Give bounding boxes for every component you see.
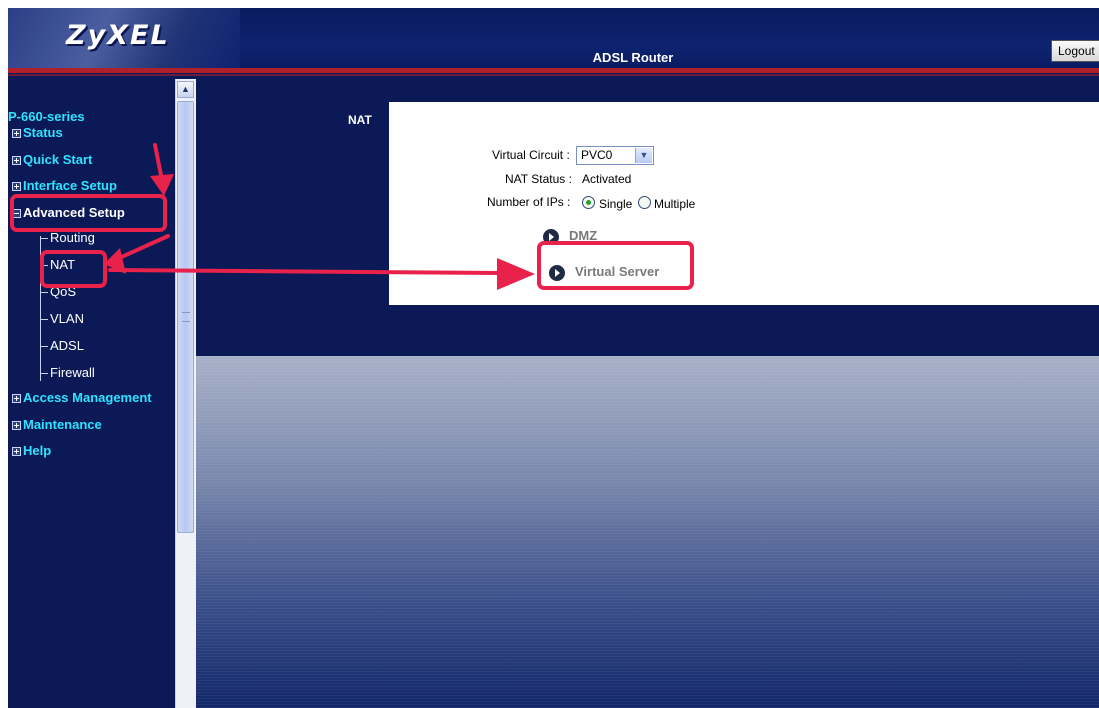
virtual-circuit-label: Virtual Circuit :: [492, 148, 570, 162]
sidebar-scrollbar[interactable]: ▲: [175, 79, 196, 708]
scroll-thumb[interactable]: [177, 101, 194, 533]
scroll-up-icon[interactable]: ▲: [177, 81, 194, 98]
highlight-virtual-server: [537, 241, 694, 290]
num-ips-label: Number of IPs :: [487, 195, 571, 209]
expand-icon: [12, 421, 21, 431]
nav-label: Access Management: [23, 390, 152, 405]
expand-icon: [12, 156, 21, 166]
nat-status-value: Activated: [582, 172, 632, 186]
highlight-nat: [40, 250, 107, 288]
expand-icon: [12, 447, 21, 457]
sub-item-firewall[interactable]: Firewall: [40, 365, 95, 380]
zyxel-logo: ZyXEL: [66, 20, 170, 51]
expand-icon: [12, 394, 21, 404]
logout-button[interactable]: Logout: [1051, 40, 1099, 62]
nav-label: Maintenance: [23, 417, 102, 432]
router-frame: ZyXEL ADSL Router Logout P-660-series St…: [8, 8, 1099, 708]
radio-single-label: Single: [599, 197, 633, 211]
header: ZyXEL ADSL Router Logout: [8, 8, 1099, 72]
nav-maintenance[interactable]: Maintenance: [12, 417, 102, 432]
nav-label: Help: [23, 443, 52, 458]
nav-status[interactable]: Status: [12, 125, 63, 140]
virtual-circuit-value: PVC0: [581, 148, 613, 162]
nav-label: Status: [23, 125, 63, 140]
grip-icon: [182, 312, 190, 322]
chevron-down-icon: ▼: [635, 148, 652, 163]
expand-icon: [12, 129, 21, 139]
expand-icon: [12, 182, 21, 192]
header-divider-shadow: [8, 74, 1099, 76]
header-divider: [8, 68, 1099, 73]
radio-multiple[interactable]: [638, 196, 651, 209]
logo-area: ZyXEL: [8, 8, 240, 72]
radio-single[interactable]: [582, 196, 595, 209]
radio-multiple-label: Multiple: [654, 197, 696, 211]
section-title: NAT: [348, 113, 372, 127]
sub-item-vlan[interactable]: VLAN: [40, 311, 84, 326]
nav-access-management[interactable]: Access Management: [12, 390, 152, 405]
sidebar: P-660-series Status Quick Start Interfac…: [8, 79, 175, 708]
virtual-circuit-select[interactable]: PVC0 ▼: [576, 146, 654, 165]
nav-label: Quick Start: [23, 152, 93, 167]
nav-interface-setup[interactable]: Interface Setup: [12, 178, 117, 193]
model-name: P-660-series: [8, 109, 85, 124]
highlight-advanced-setup: [10, 194, 167, 232]
nav-label: Interface Setup: [23, 178, 117, 193]
nat-status-label: NAT Status :: [505, 172, 572, 186]
main-background: [196, 356, 1099, 708]
nat-panel: Virtual Circuit : PVC0 ▼ NAT Status : Ac…: [389, 102, 1099, 305]
sub-item-routing[interactable]: Routing: [40, 230, 95, 245]
nav-quick-start[interactable]: Quick Start: [12, 152, 92, 167]
sub-item-adsl[interactable]: ADSL: [40, 338, 84, 353]
nav-help[interactable]: Help: [12, 443, 51, 458]
app-title: ADSL Router: [592, 50, 674, 65]
